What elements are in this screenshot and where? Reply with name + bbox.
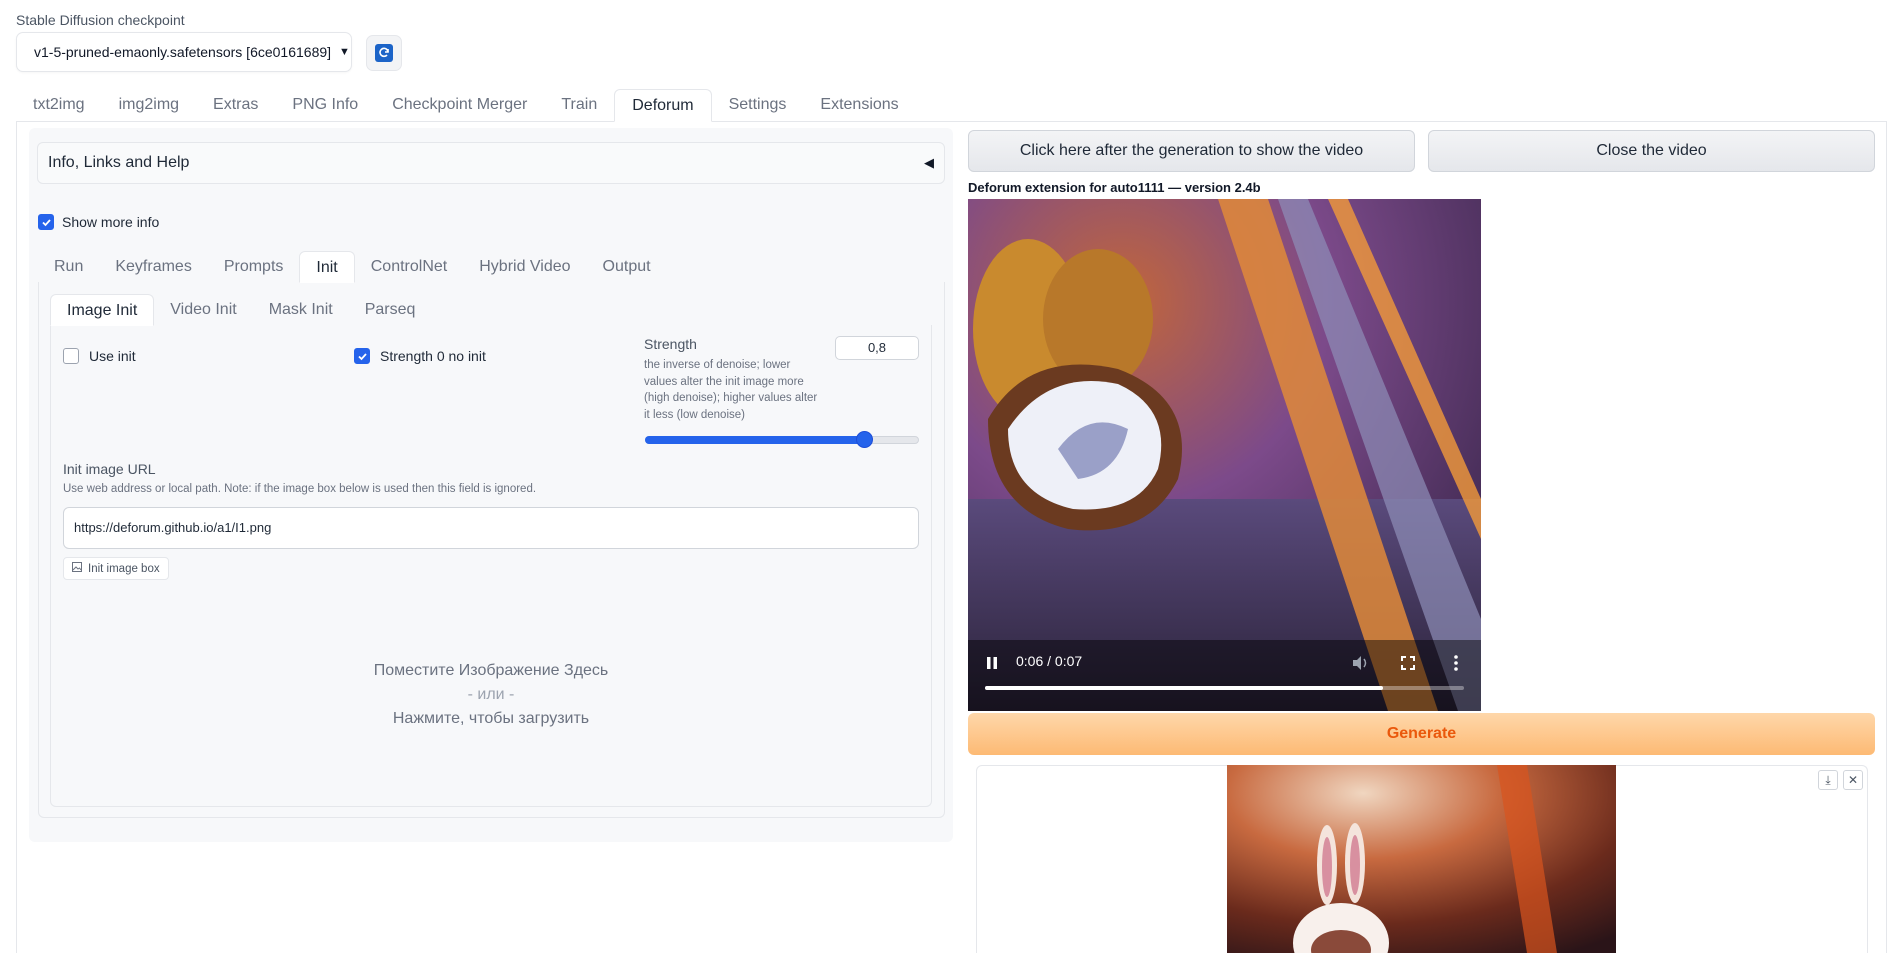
- checkbox-checked-icon[interactable]: [354, 348, 370, 364]
- refresh-icon: [375, 44, 393, 62]
- strength-description: the inverse of denoise; lower values alt…: [644, 359, 818, 421]
- tab-png-info[interactable]: PNG Info: [275, 89, 375, 121]
- refresh-checkpoint-button[interactable]: [366, 35, 402, 71]
- drop-or-text: - или -: [467, 686, 515, 703]
- checkpoint-selected-value: v1-5-pruned-emaonly.safetensors [6ce0161…: [34, 44, 332, 60]
- init-tab-mask-init[interactable]: Mask Init: [253, 294, 349, 325]
- checkpoint-label: Stable Diffusion checkpoint: [16, 12, 185, 28]
- tab-train[interactable]: Train: [544, 89, 614, 121]
- click-to-upload-text: Нажмите, чтобы загрузить: [392, 710, 590, 727]
- fullscreen-icon[interactable]: [1401, 656, 1415, 675]
- init-tab-bar: Image Init Video Init Mask Init Parseq: [50, 294, 432, 326]
- checkbox-checked-icon[interactable]: [38, 214, 54, 230]
- strength-0-no-init-checkbox[interactable]: Strength 0 no init: [354, 348, 486, 364]
- chevron-down-icon: ▼: [339, 46, 350, 58]
- init-tab-video-init[interactable]: Video Init: [154, 294, 252, 325]
- checkpoint-dropdown[interactable]: v1-5-pruned-emaonly.safetensors [6ce0161…: [16, 32, 352, 72]
- mute-icon[interactable]: [1351, 655, 1369, 676]
- collapse-triangle-icon: ◀: [924, 155, 934, 170]
- tab-extras[interactable]: Extras: [196, 89, 275, 121]
- show-video-button[interactable]: Click here after the generation to show …: [968, 130, 1415, 172]
- image-upload-dropzone[interactable]: Поместите Изображение Здесь - или - Нажм…: [63, 590, 919, 800]
- use-init-label: Use init: [89, 348, 136, 364]
- checkbox-unchecked-icon[interactable]: [63, 348, 79, 364]
- init-image-box-text: Init image box: [88, 562, 160, 575]
- tab-checkpoint-merger[interactable]: Checkpoint Merger: [375, 89, 544, 121]
- deforum-tab-prompts[interactable]: Prompts: [208, 251, 300, 282]
- video-player[interactable]: [968, 199, 1481, 711]
- strength-0-no-init-label: Strength 0 no init: [380, 348, 486, 364]
- show-more-info-checkbox[interactable]: Show more info: [38, 214, 159, 230]
- tab-txt2img[interactable]: txt2img: [16, 89, 102, 121]
- video-time: 0:06 / 0:07: [1016, 653, 1083, 669]
- tab-extensions[interactable]: Extensions: [803, 89, 915, 121]
- init-image-url-input[interactable]: https://deforum.github.io/a1/I1.png: [63, 507, 919, 549]
- tab-deforum[interactable]: Deforum: [614, 89, 712, 122]
- more-options-icon[interactable]: [1454, 655, 1458, 676]
- strength-slider-fill: [645, 436, 865, 444]
- deforum-tab-bar: Run Keyframes Prompts Init ControlNet Hybrid …: [38, 251, 667, 283]
- deforum-tab-keyframes[interactable]: Keyframes: [99, 251, 207, 282]
- deforum-tab-hybrid-video[interactable]: Hybrid Video: [463, 251, 586, 282]
- init-image-url-label: Init image URL: [63, 461, 156, 477]
- video-frame-image: [968, 199, 1481, 711]
- init-tab-image-init[interactable]: Image Init: [50, 294, 155, 326]
- tab-img2img[interactable]: img2img: [102, 89, 196, 121]
- download-icon[interactable]: ⤓: [1818, 770, 1838, 790]
- init-image-url-hint: Use web address or local path. Note: if …: [63, 483, 537, 495]
- init-tab-parseq[interactable]: Parseq: [349, 294, 432, 325]
- accordion-label: Info, Links and Help: [48, 154, 190, 171]
- init-image-box-label: Init image box: [63, 557, 169, 580]
- tab-settings[interactable]: Settings: [712, 89, 804, 121]
- close-video-button[interactable]: Close the video: [1428, 130, 1875, 172]
- deforum-tab-init[interactable]: Init: [299, 251, 355, 283]
- deforum-tab-controlnet[interactable]: ControlNet: [355, 251, 463, 282]
- generate-button[interactable]: Generate: [968, 713, 1875, 755]
- close-icon[interactable]: ✕: [1843, 770, 1863, 790]
- image-icon: [72, 562, 82, 575]
- version-text: Deforum extension for auto1111 — version…: [968, 180, 1261, 195]
- show-more-info-label: Show more info: [62, 214, 160, 230]
- strength-label: Strength: [644, 336, 697, 352]
- output-image[interactable]: [1227, 765, 1616, 953]
- drop-here-text: Поместите Изображение Здесь: [373, 662, 609, 679]
- info-links-help-accordion[interactable]: Info, Links and Help ◀: [37, 142, 945, 184]
- rabbit-image: [1227, 765, 1616, 953]
- use-init-checkbox[interactable]: Use init: [63, 348, 136, 364]
- main-tab-bar: txt2img img2img Extras PNG Info Checkpoint M…: [16, 89, 916, 122]
- video-progress-fill: [985, 686, 1383, 690]
- pause-icon[interactable]: [986, 656, 998, 675]
- deforum-tab-output[interactable]: Output: [587, 251, 667, 282]
- deforum-tab-run[interactable]: Run: [38, 251, 99, 282]
- strength-number-input[interactable]: 0,8: [835, 336, 919, 360]
